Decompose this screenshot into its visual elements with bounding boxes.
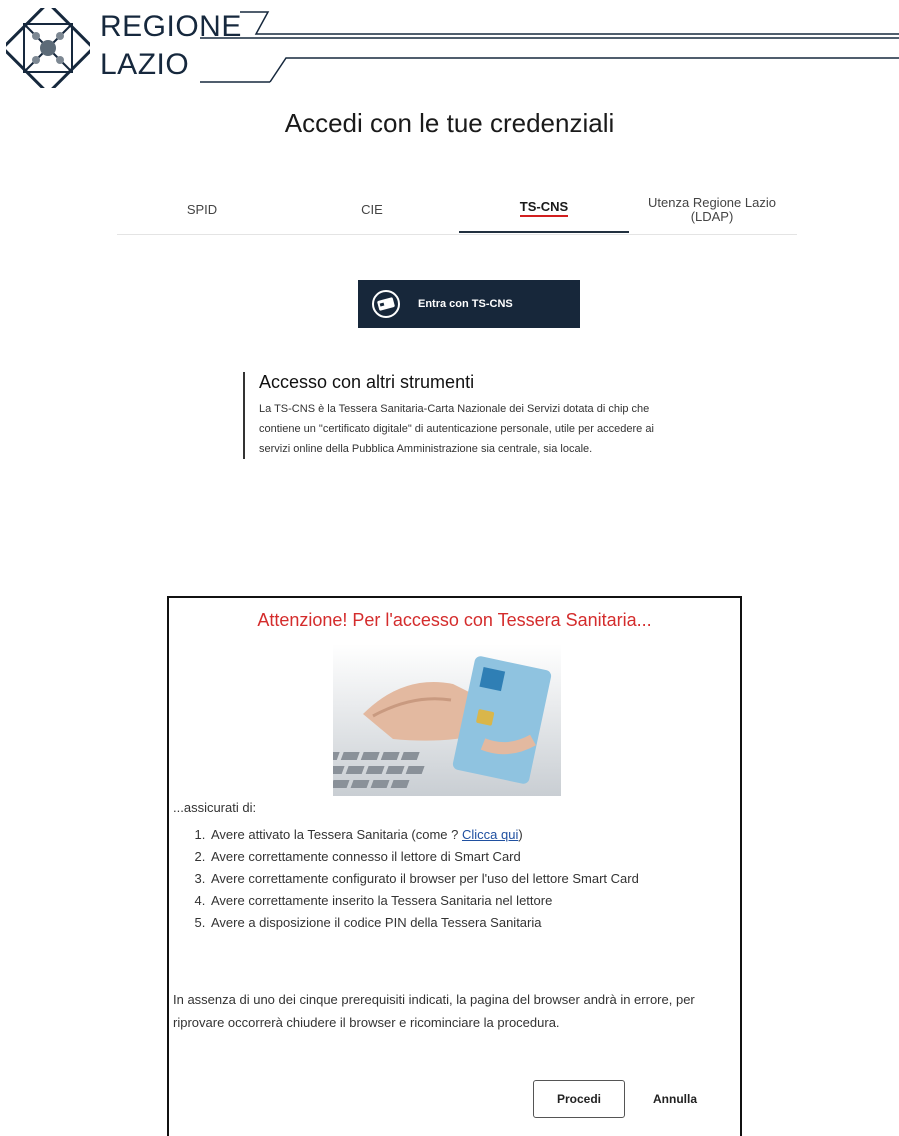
card-reader-photo	[333, 644, 561, 796]
proceed-button[interactable]: Procedi	[533, 1080, 625, 1118]
list-item: Avere a disposizione il codice PIN della…	[209, 912, 749, 934]
list-item: Avere attivato la Tessera Sanitaria (com…	[209, 824, 749, 846]
tab-spid[interactable]: SPID	[117, 186, 287, 233]
tab-cie[interactable]: CIE	[287, 186, 457, 233]
tab-label: CIE	[361, 201, 383, 217]
tab-label: Utenza Regione Lazio (LDAP)	[648, 194, 776, 224]
dialog-note: In assenza di uno dei cinque prerequisit…	[173, 992, 695, 1030]
info-heading: Accesso con altri strumenti	[259, 372, 475, 392]
card-icon	[366, 280, 406, 328]
site-header: REGIONE LAZIO	[0, 0, 899, 92]
clicca-qui-link[interactable]: Clicca qui	[462, 827, 518, 842]
page-title: Accedi con le tue credenziali	[284, 108, 615, 138]
other-tools-info: Accesso con altri strumenti La TS-CNS è …	[243, 372, 679, 459]
list-item: Avere correttamente inserito la Tessera …	[209, 890, 749, 912]
dialog-intro: ...assicurati di:	[173, 800, 257, 815]
enter-ts-cns-button[interactable]: Entra con TS-CNS	[358, 280, 580, 328]
header-decoration	[200, 11, 899, 83]
tessera-sanitaria-warning-dialog: Attenzione! Per l'accesso con Tessera Sa…	[167, 596, 742, 1136]
info-body: La TS-CNS è la Tessera Sanitaria-Carta N…	[259, 403, 654, 455]
enter-button-label: Entra con TS-CNS	[418, 298, 513, 310]
list-item: Avere correttamente connesso il lettore …	[209, 846, 749, 868]
list-item-text: Avere attivato la Tessera Sanitaria (com…	[211, 827, 462, 842]
tab-label: TS-CNS	[519, 200, 569, 217]
tab-ts-cns[interactable]: TS-CNS	[459, 186, 629, 233]
cancel-button[interactable]: Annulla	[639, 1080, 711, 1118]
dialog-title: Attenzione! Per l'accesso con Tessera Sa…	[257, 610, 652, 630]
tab-ldap[interactable]: Utenza Regione Lazio (LDAP)	[627, 186, 797, 233]
list-item: Avere correttamente configurato il brows…	[209, 868, 749, 890]
prerequisites-list: Avere attivato la Tessera Sanitaria (com…	[173, 824, 749, 934]
tab-label: SPID	[186, 201, 218, 217]
list-item-text-tail: )	[518, 827, 523, 842]
login-method-tabs: SPID CIE TS-CNS Utenza Regione Lazio (LD…	[117, 186, 797, 235]
